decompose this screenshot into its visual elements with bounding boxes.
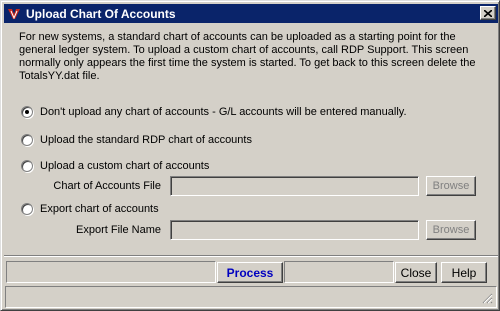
process-button[interactable]: Process (217, 262, 283, 283)
status-bar (5, 286, 497, 308)
option-upload-custom[interactable]: Upload a custom chart of accounts (21, 160, 209, 172)
upload-standard-radio[interactable] (21, 134, 33, 146)
resize-grip-icon[interactable] (482, 293, 493, 304)
upload-custom-label: Upload a custom chart of accounts (40, 160, 210, 172)
window-title: Upload Chart Of Accounts (26, 6, 176, 21)
browse-export-file-button[interactable]: Browse (426, 220, 476, 240)
option-no-upload[interactable]: Don't upload any chart of accounts - G/L… (21, 106, 407, 118)
upload-custom-radio[interactable] (21, 160, 33, 172)
export-radio[interactable] (21, 203, 33, 215)
title-bar[interactable]: Upload Chart Of Accounts (4, 4, 498, 23)
upload-chart-of-accounts-dialog: Upload Chart Of Accounts For new systems… (0, 0, 500, 311)
chart-of-accounts-file-label: Chart of Accounts File (53, 180, 161, 192)
chart-of-accounts-file-field[interactable] (170, 176, 419, 196)
export-file-name-label: Export File Name (76, 224, 161, 236)
status-panel-left (6, 261, 216, 283)
option-upload-standard[interactable]: Upload the standard RDP chart of account… (21, 134, 252, 146)
help-button[interactable]: Help (441, 262, 487, 283)
divider (4, 255, 498, 257)
close-button[interactable]: Close (395, 262, 437, 283)
browse-chart-file-button[interactable]: Browse (426, 176, 476, 196)
option-export[interactable]: Export chart of accounts (21, 203, 159, 215)
upload-standard-label: Upload the standard RDP chart of account… (40, 134, 252, 146)
no-upload-label: Don't upload any chart of accounts - G/L… (40, 106, 407, 118)
intro-text: For new systems, a standard chart of acc… (19, 31, 476, 82)
export-label: Export chart of accounts (40, 203, 159, 215)
export-file-name-field[interactable] (170, 220, 419, 240)
no-upload-radio[interactable] (21, 106, 33, 118)
close-icon[interactable] (480, 6, 496, 20)
rdp-logo-icon (6, 6, 22, 22)
status-panel-middle (284, 261, 394, 283)
